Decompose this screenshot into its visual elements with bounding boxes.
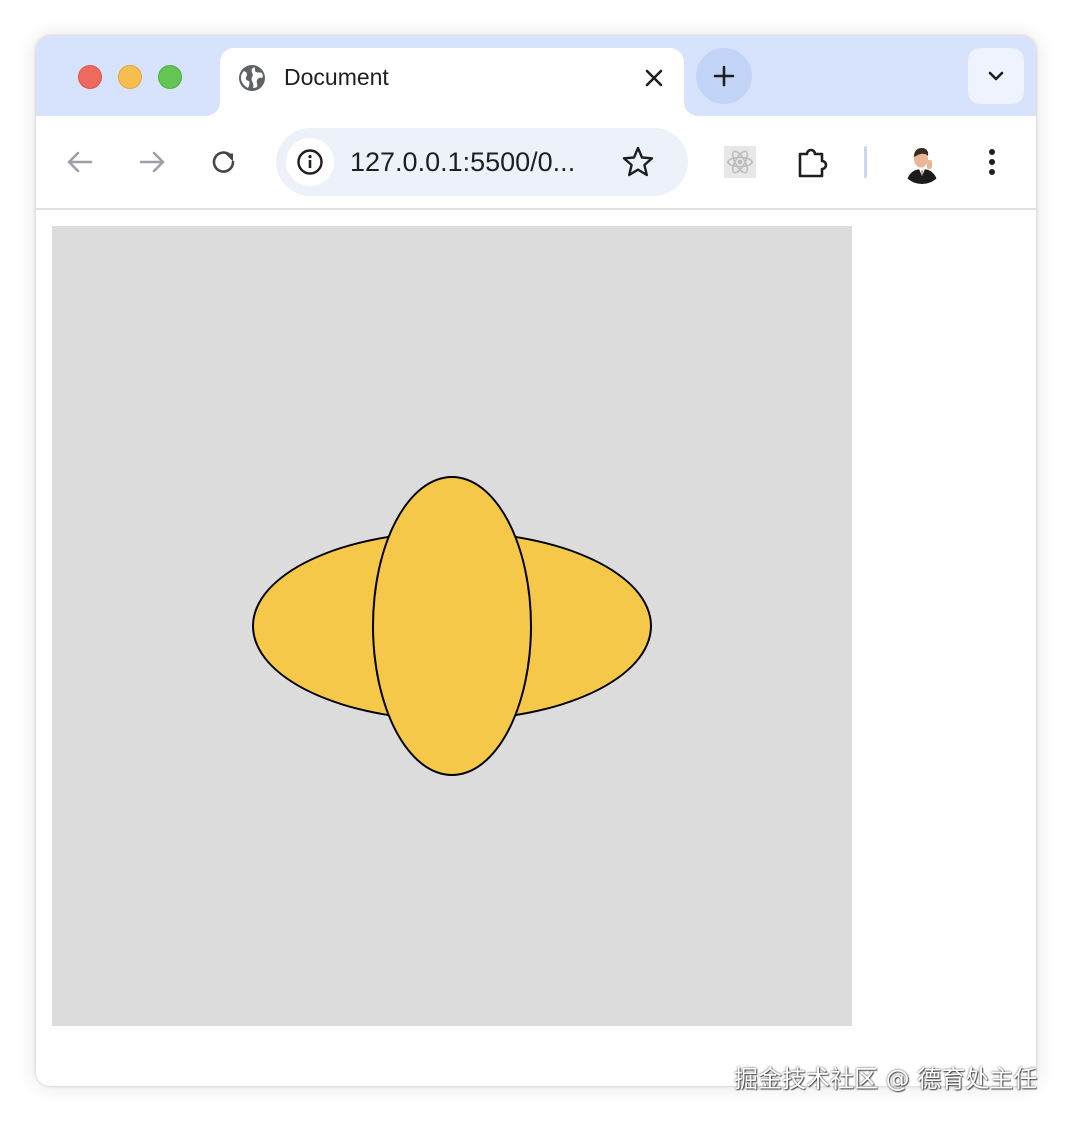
toolbar: 127.0.0.1:5500/0...: [36, 116, 1036, 210]
new-tab-button[interactable]: [696, 48, 752, 104]
reload-icon[interactable]: [206, 144, 242, 180]
tab-strip: Document: [36, 36, 1036, 116]
minimize-window-button[interactable]: [118, 65, 142, 89]
profile-avatar[interactable]: [900, 140, 944, 184]
kebab-menu-icon[interactable]: [976, 144, 1008, 180]
watermark: 掘金技术社区 @ 德育处主任: [734, 1065, 1038, 1093]
tab-document[interactable]: Document: [220, 48, 684, 116]
plus-icon: [713, 65, 735, 87]
toolbar-divider: [864, 146, 867, 178]
site-info-button[interactable]: [286, 138, 334, 186]
react-devtools-icon[interactable]: [724, 146, 756, 178]
tab-search-button[interactable]: [968, 48, 1024, 104]
arrow-left-icon[interactable]: [62, 144, 98, 180]
star-icon[interactable]: [620, 144, 656, 180]
vertical-ellipse: [372, 476, 532, 776]
url-text[interactable]: 127.0.0.1:5500/0...: [350, 146, 575, 178]
tab-title: Document: [284, 64, 389, 90]
close-window-button[interactable]: [78, 65, 102, 89]
info-icon: [297, 149, 323, 175]
close-icon[interactable]: [640, 64, 668, 92]
canvas-area: [52, 226, 852, 1026]
globe-icon: [239, 65, 265, 91]
maximize-window-button[interactable]: [158, 65, 182, 89]
arrow-right-icon[interactable]: [134, 144, 170, 180]
chevron-down-icon: [988, 71, 1004, 81]
address-bar[interactable]: 127.0.0.1:5500/0...: [276, 128, 688, 196]
avatar-icon: [900, 140, 944, 184]
browser-window: Document 127.0.0.1:5500/0...: [36, 36, 1036, 1086]
puzzle-icon[interactable]: [794, 142, 834, 182]
page-viewport: [36, 210, 1036, 1086]
